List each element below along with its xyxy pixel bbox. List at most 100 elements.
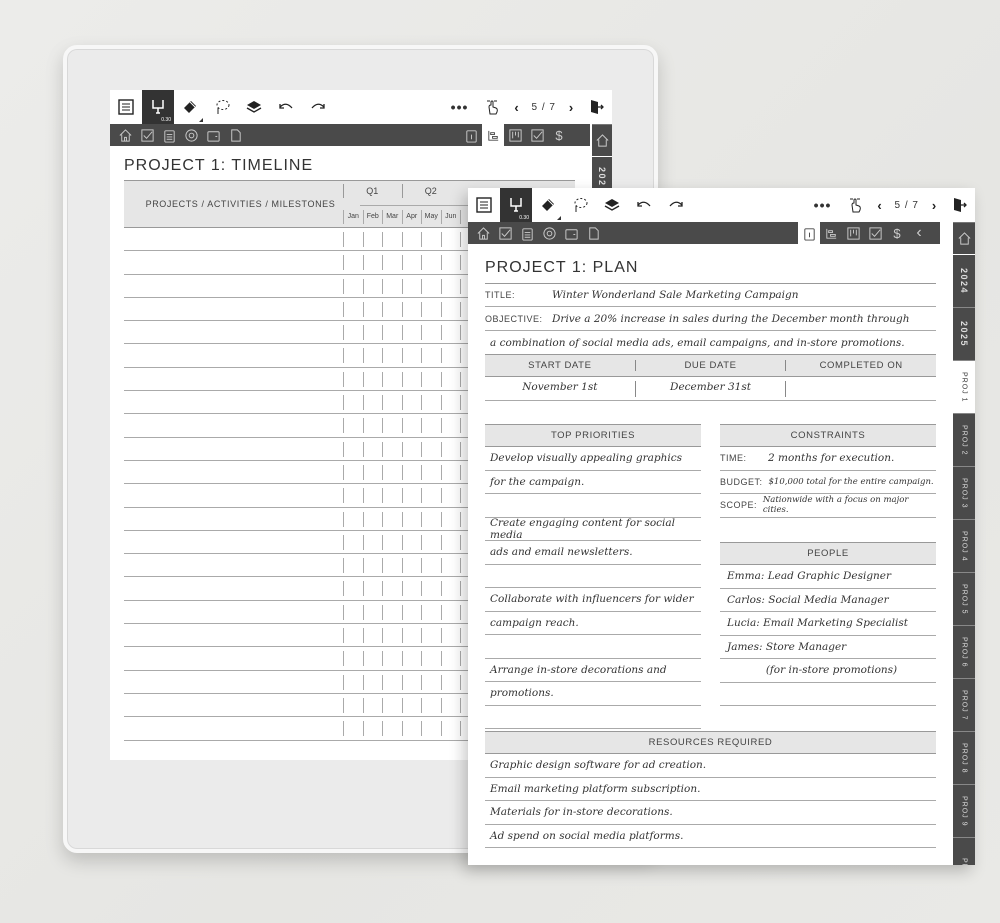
exit-button[interactable] <box>580 90 612 124</box>
undo-button[interactable] <box>628 188 660 222</box>
constraint-value[interactable]: $10,000 total for the entire campaign. <box>769 477 934 487</box>
eraser-button[interactable] <box>532 188 564 222</box>
date-value[interactable] <box>785 380 936 397</box>
person-line[interactable]: Carlos: Social Media Manager <box>720 589 936 612</box>
month-divider <box>382 558 383 574</box>
next-page-button[interactable]: › <box>925 198 943 213</box>
layers-button[interactable] <box>238 90 270 124</box>
redo-button[interactable] <box>660 188 692 222</box>
target-icon[interactable] <box>180 124 202 146</box>
task-icon[interactable] <box>864 222 886 244</box>
eraser-button[interactable] <box>174 90 206 124</box>
side-tab-proj-5[interactable]: PROJ 5 <box>953 573 975 626</box>
side-tab-proj-1[interactable]: PROJ 1 <box>953 361 975 414</box>
side-tab-2024[interactable]: 2024 <box>953 255 975 308</box>
timeline-icon[interactable] <box>820 222 842 244</box>
resource-line[interactable]: Graphic design software for ad creation. <box>485 754 936 778</box>
date-value[interactable]: November 1st <box>485 381 635 397</box>
dollar-icon[interactable]: $ <box>548 124 570 146</box>
submenu-indicator <box>199 118 203 122</box>
resource-line[interactable]: Email marketing platform subscription. <box>485 778 936 801</box>
resource-line[interactable]: Ad spend on social media platforms. <box>485 825 936 848</box>
month-label: Jan <box>343 210 363 224</box>
side-tab-pr[interactable]: PR <box>953 838 975 865</box>
priority-line[interactable] <box>485 706 701 729</box>
side-tab-proj-8[interactable]: PROJ 8 <box>953 732 975 785</box>
wallet-icon[interactable] <box>202 124 224 146</box>
next-page-button[interactable]: › <box>562 100 580 115</box>
task-icon[interactable] <box>526 124 548 146</box>
clipboard-icon[interactable] <box>158 124 180 146</box>
checkbox-icon[interactable] <box>494 222 516 244</box>
priority-line[interactable] <box>485 565 701 588</box>
side-tab-proj-9[interactable]: PROJ 9 <box>953 785 975 838</box>
page-icon[interactable] <box>224 124 246 146</box>
more-button[interactable]: ••• <box>444 90 476 124</box>
priority-text: promotions. <box>490 687 554 700</box>
touch-button[interactable] <box>476 90 508 124</box>
month-divider <box>401 488 403 504</box>
home-icon[interactable] <box>114 124 136 146</box>
prev-page-button[interactable]: ‹ <box>871 198 889 213</box>
objective-line-2[interactable]: a combination of social media ads, email… <box>490 337 905 349</box>
side-tab-proj-4[interactable]: PROJ 4 <box>953 520 975 573</box>
page-icon[interactable] <box>582 222 604 244</box>
side-tab-proj-2[interactable]: PROJ 2 <box>953 414 975 467</box>
side-tab-proj-3[interactable]: PROJ 3 <box>953 467 975 520</box>
exit-button[interactable] <box>943 188 975 222</box>
layers-button[interactable] <box>596 188 628 222</box>
month-divider <box>343 558 344 574</box>
kanban-icon[interactable] <box>842 222 864 244</box>
home-icon[interactable] <box>472 222 494 244</box>
priority-line[interactable]: Collaborate with influencers for wider <box>485 588 701 612</box>
info-clipboard-icon[interactable] <box>460 124 482 146</box>
back-chevron-icon[interactable]: ‹ <box>908 222 930 244</box>
info-clipboard-icon[interactable] <box>798 222 820 244</box>
priority-line[interactable] <box>485 635 701 659</box>
side-tab-proj-6[interactable]: PROJ 6 <box>953 626 975 679</box>
date-value[interactable]: December 31st <box>634 380 786 397</box>
target-icon[interactable] <box>538 222 560 244</box>
menu-button[interactable] <box>468 188 500 222</box>
objective-line-1[interactable]: Drive a 20% increase in sales during the… <box>552 313 910 325</box>
side-tab-proj-7[interactable]: PROJ 7 <box>953 679 975 732</box>
priority-line[interactable]: Arrange in-store decorations and <box>485 659 701 682</box>
prev-page-button[interactable]: ‹ <box>508 100 526 115</box>
side-home-tab[interactable] <box>592 124 612 156</box>
touch-button[interactable] <box>839 188 871 222</box>
priority-line[interactable]: campaign reach. <box>485 612 701 635</box>
undo-button[interactable] <box>270 90 302 124</box>
clipboard-icon[interactable] <box>516 222 538 244</box>
title-value[interactable]: Winter Wonderland Sale Marketing Campaig… <box>552 289 799 301</box>
more-button[interactable]: ••• <box>807 188 839 222</box>
person-line[interactable]: Lucia: Email Marketing Specialist <box>720 612 936 636</box>
month-divider <box>362 348 364 364</box>
person-line[interactable]: Emma: Lead Graphic Designer <box>720 565 936 589</box>
lasso-button[interactable] <box>206 90 238 124</box>
pen-button[interactable]: 0.30 <box>142 90 174 124</box>
constraint-value[interactable]: 2 months for execution. <box>768 452 894 464</box>
priority-line[interactable]: Develop visually appealing graphics <box>485 447 701 471</box>
pen-button[interactable]: 0.30 <box>500 188 532 222</box>
priority-line[interactable]: for the campaign. <box>485 471 701 494</box>
person-line[interactable]: James: Store Manager <box>720 636 936 659</box>
side-tab-2025[interactable]: 2025 <box>953 308 975 361</box>
person-line[interactable] <box>720 683 936 706</box>
priority-line[interactable]: Create engaging content for social media <box>485 517 701 541</box>
constraint-value[interactable]: Nationwide with a focus on major cities. <box>763 495 936 515</box>
month-divider <box>421 628 422 644</box>
person-line[interactable]: (for in-store promotions) <box>720 659 936 683</box>
resource-line[interactable]: Materials for in-store decorations. <box>485 801 936 825</box>
checkbox-icon[interactable] <box>136 124 158 146</box>
priority-line[interactable] <box>485 494 701 518</box>
lasso-button[interactable] <box>564 188 596 222</box>
kanban-icon[interactable] <box>504 124 526 146</box>
redo-button[interactable] <box>302 90 334 124</box>
dollar-icon[interactable]: $ <box>886 222 908 244</box>
priority-line[interactable]: promotions. <box>485 682 701 706</box>
wallet-icon[interactable] <box>560 222 582 244</box>
side-home-tab[interactable] <box>953 222 975 254</box>
timeline-icon[interactable] <box>482 124 504 146</box>
priority-line[interactable]: ads and email newsletters. <box>485 541 701 565</box>
menu-button[interactable] <box>110 90 142 124</box>
